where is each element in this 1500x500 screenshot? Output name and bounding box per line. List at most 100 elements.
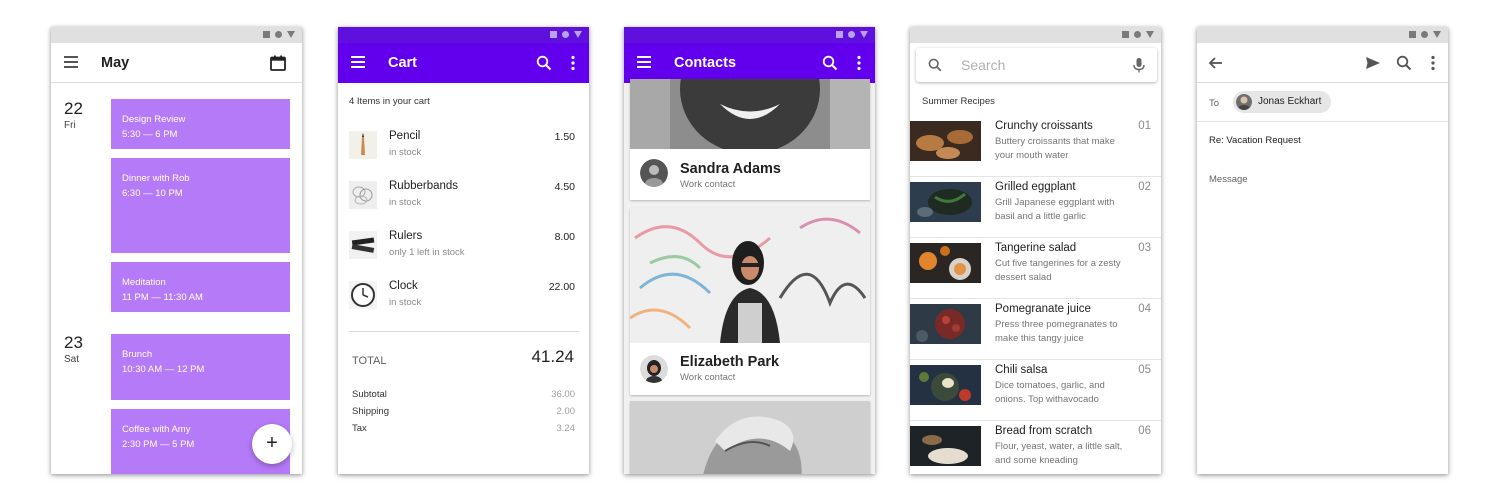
- page-title: Contacts: [674, 55, 737, 71]
- recipe-description: Buttery croissants that make your mouth …: [995, 136, 1115, 161]
- day-number: 22: [64, 99, 83, 118]
- item-price: 8.00: [554, 231, 575, 243]
- menu-icon[interactable]: [351, 56, 365, 68]
- back-arrow-icon[interactable]: [1207, 54, 1225, 72]
- recipe-title: Crunchy croissants: [995, 120, 1093, 132]
- recipe-title: Grilled eggplant: [995, 181, 1076, 193]
- recents-icon: [1122, 31, 1129, 38]
- recipe-image: [910, 182, 981, 222]
- message-field[interactable]: Message: [1209, 174, 1248, 185]
- status-bar: [51, 27, 302, 43]
- search-icon[interactable]: [1395, 54, 1413, 72]
- recipe-number: 02: [1138, 181, 1151, 193]
- more-options-icon[interactable]: [1424, 54, 1442, 72]
- menu-icon[interactable]: [637, 56, 651, 68]
- recipe-title: Tangerine salad: [995, 242, 1077, 254]
- subject-field[interactable]: Re: Vacation Request: [1209, 135, 1301, 146]
- home-icon: [275, 31, 282, 38]
- home-icon: [1421, 31, 1428, 38]
- day-header: 22 Fri: [64, 99, 83, 131]
- recipient-chip[interactable]: Jonas Eckhart: [1233, 91, 1332, 113]
- app-bar: Contacts: [624, 43, 875, 83]
- back-nav-icon: [1146, 31, 1154, 38]
- recipient-name: Jonas Eckhart: [1258, 96, 1322, 107]
- contact-card[interactable]: Elizabeth Park Work contact: [630, 208, 870, 395]
- event-time: 10:30 AM — 12 PM: [122, 364, 205, 376]
- cart-item[interactable]: Rubberbands in stock 4.50: [349, 177, 579, 213]
- recents-icon: [836, 31, 843, 38]
- search-input[interactable]: Search: [961, 57, 1005, 73]
- recipe-item[interactable]: Pomegranate juice Press three pomegranat…: [910, 299, 1161, 360]
- event-card[interactable]: Meditation 11 PM — 11:30 AM: [111, 262, 290, 312]
- to-label: To: [1209, 98, 1220, 109]
- recipe-description: Flour, yeast, water, a little salt, and …: [995, 441, 1123, 466]
- recipe-item[interactable]: Chili salsa Dice tomatoes, garlic, and o…: [910, 360, 1161, 421]
- contact-card[interactable]: Sandra Adams Work contact: [630, 79, 870, 200]
- home-icon: [848, 31, 855, 38]
- microphone-icon[interactable]: [1132, 57, 1146, 73]
- tax-row: Tax 3.24: [352, 423, 575, 434]
- search-icon[interactable]: [821, 54, 839, 72]
- summary-value: 2.00: [556, 406, 576, 417]
- day-of-week: Sat: [64, 354, 80, 365]
- recipe-number: 06: [1138, 425, 1151, 437]
- recipe-item[interactable]: Crunchy croissants Buttery croissants th…: [910, 116, 1161, 177]
- summary-label: Shipping: [352, 406, 389, 417]
- back-nav-icon: [860, 31, 868, 38]
- back-nav-icon: [1433, 31, 1441, 38]
- event-card[interactable]: Brunch 10:30 AM — 12 PM: [111, 334, 290, 400]
- item-stock: only 1 left in stock: [389, 247, 465, 258]
- item-price: 1.50: [554, 131, 575, 143]
- contact-photo: [630, 208, 870, 343]
- search-bar[interactable]: Search: [916, 48, 1157, 82]
- more-options-icon[interactable]: [564, 54, 582, 72]
- calendar-icon[interactable]: [269, 54, 287, 72]
- event-card[interactable]: Design Review 5:30 — 6 PM: [111, 99, 290, 149]
- page-title: Cart: [388, 55, 418, 71]
- recipe-item[interactable]: Bread from scratch Flour, yeast, water, …: [910, 421, 1161, 474]
- contact-subtitle: Work contact: [680, 179, 736, 190]
- recipe-image: [910, 121, 981, 161]
- event-card[interactable]: Dinner with Rob 6:30 — 10 PM: [111, 158, 290, 253]
- recipe-image: [910, 304, 981, 344]
- contact-name: Sandra Adams: [680, 161, 781, 177]
- recipe-number: 05: [1138, 364, 1151, 376]
- event-title: Meditation: [122, 277, 166, 288]
- recipe-title: Chili salsa: [995, 364, 1048, 376]
- cart-item[interactable]: Pencil in stock 1.50: [349, 127, 579, 163]
- pencil-thumbnail: [349, 131, 377, 159]
- item-stock: in stock: [389, 147, 422, 158]
- search-icon[interactable]: [535, 54, 553, 72]
- event-title: Brunch: [122, 349, 153, 360]
- section-title: Summer Recipes: [922, 96, 995, 107]
- cart-item[interactable]: Clock in stock 22.00: [349, 277, 579, 313]
- recipes-screen: Search Summer Recipes Crunchy croissants…: [910, 27, 1161, 474]
- event-title: Design Review: [122, 114, 186, 125]
- total-value: 41.24: [531, 347, 574, 366]
- app-bar: [1197, 43, 1448, 83]
- app-bar: May: [51, 43, 302, 83]
- recipe-description: Press three pomegranates to make this ta…: [995, 319, 1118, 344]
- status-bar: [1197, 27, 1448, 43]
- more-options-icon[interactable]: [850, 54, 868, 72]
- day-number: 23: [64, 333, 83, 352]
- add-event-button[interactable]: +: [252, 424, 292, 464]
- summary-label: Tax: [352, 423, 367, 434]
- recipe-item[interactable]: Tangerine salad Cut five tangerines for …: [910, 238, 1161, 299]
- app-bar: Cart: [338, 43, 589, 83]
- recipe-item[interactable]: Grilled eggplant Grill Japanese eggplant…: [910, 177, 1161, 238]
- send-icon[interactable]: [1364, 54, 1382, 72]
- menu-icon[interactable]: [64, 56, 78, 68]
- contact-card[interactable]: [630, 401, 870, 474]
- total-label: TOTAL: [352, 355, 387, 367]
- calendar-screen: May 22 Fri Design Review 5:30 — 6 PM Din…: [51, 27, 302, 474]
- event-time: 6:30 — 10 PM: [122, 188, 183, 200]
- recents-icon: [263, 31, 270, 38]
- contact-photo: [630, 79, 870, 149]
- item-stock: in stock: [389, 197, 422, 208]
- event-time: 11 PM — 11:30 AM: [122, 292, 203, 304]
- cart-item[interactable]: Rulers only 1 left in stock 8.00: [349, 227, 579, 263]
- contact-name: Elizabeth Park: [680, 354, 780, 370]
- contacts-list: Sandra Adams Work contact Elizabeth Park…: [624, 79, 875, 474]
- divider: [349, 331, 579, 332]
